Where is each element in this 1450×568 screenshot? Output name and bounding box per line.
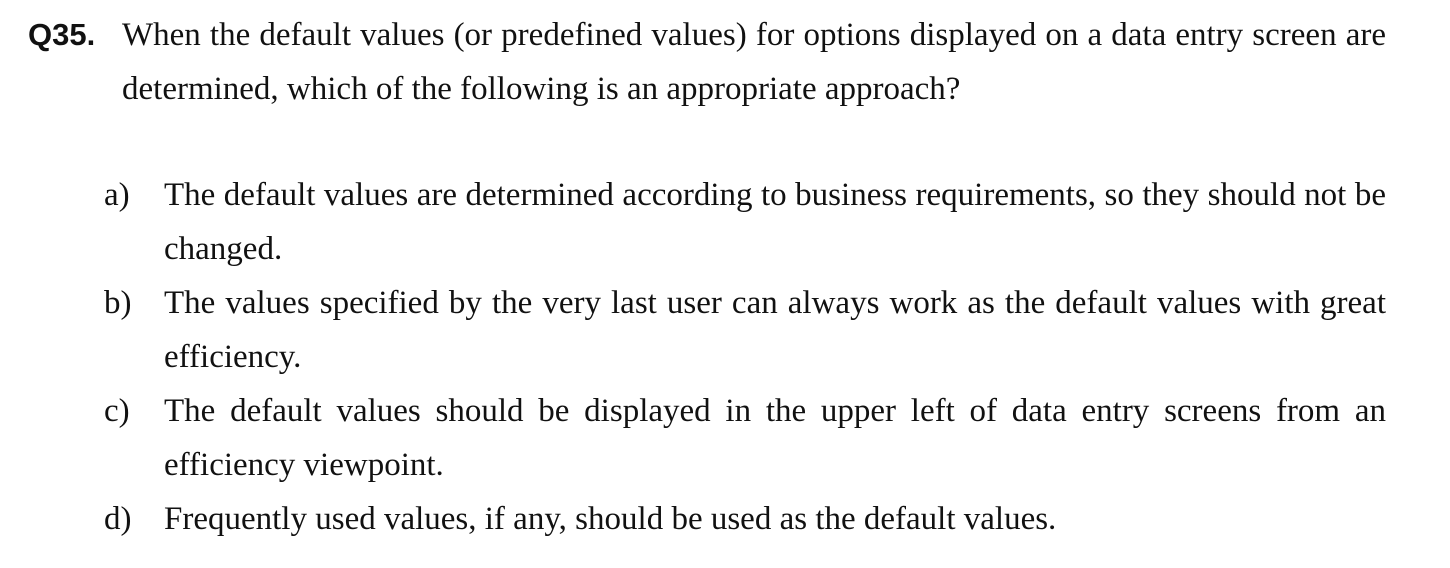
choice-text: The values specified by the very last us… [164, 285, 1386, 375]
choice-a: a) The default values are determined acc… [104, 168, 1388, 276]
choice-text: The default values should be displayed i… [164, 393, 1386, 483]
question-number: Q35. [28, 17, 96, 52]
choice-letter: a) [104, 177, 130, 213]
choice-text: Frequently used values, if any, should b… [164, 501, 1057, 537]
question-text: When the default values (or predefined v… [122, 17, 1386, 107]
choice-letter: c) [104, 393, 130, 429]
choice-d: d) Frequently used values, if any, shoul… [104, 492, 1388, 546]
choice-text: The default values are determined accord… [164, 177, 1386, 267]
answer-choices: a) The default values are determined acc… [104, 168, 1388, 546]
choice-b: b) The values specified by the very last… [104, 276, 1388, 384]
choice-c: c) The default values should be displaye… [104, 384, 1388, 492]
choice-letter: b) [104, 285, 132, 321]
choice-letter: d) [104, 501, 132, 537]
